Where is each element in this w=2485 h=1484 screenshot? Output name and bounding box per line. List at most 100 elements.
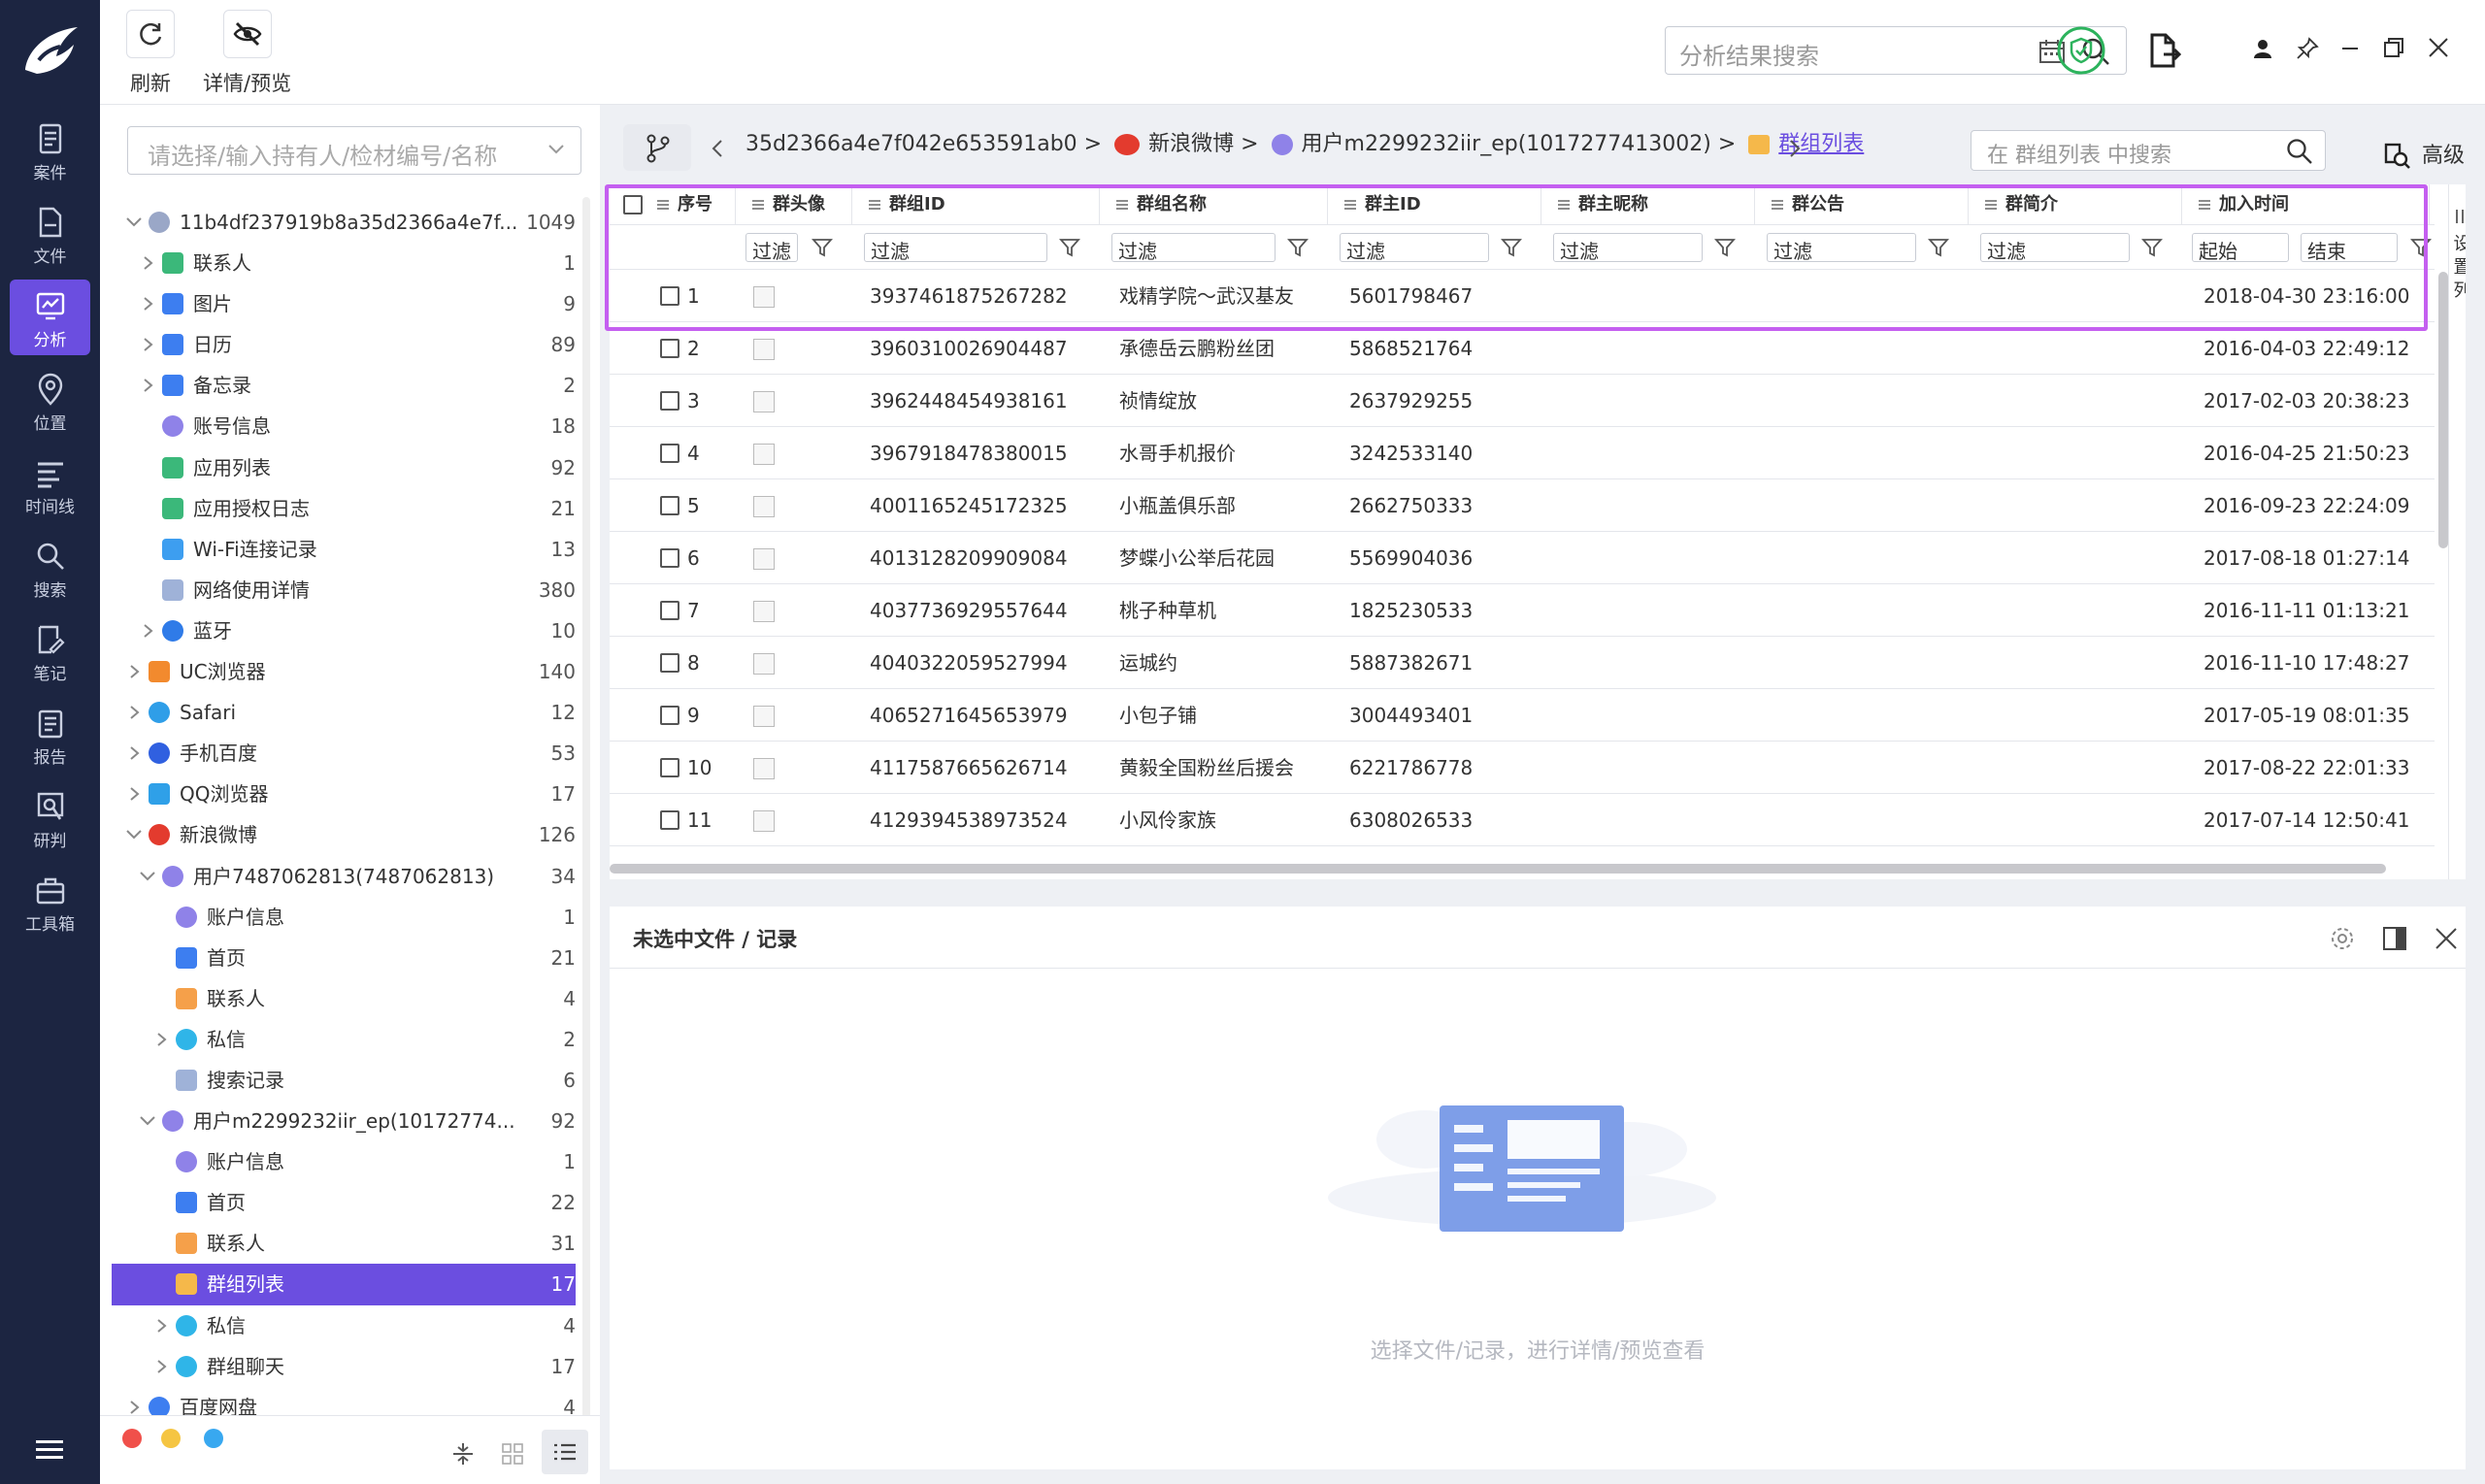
- filter-icon[interactable]: [2141, 237, 2163, 258]
- search-icon[interactable]: [2286, 138, 2313, 165]
- tree-node[interactable]: 群组聊天 17: [100, 1346, 576, 1387]
- tree-node[interactable]: Wi-Fi连接记录 13: [100, 529, 576, 570]
- nav-item-analysis[interactable]: 分析: [10, 280, 90, 355]
- chevron-right-icon[interactable]: [152, 1032, 170, 1047]
- branch-button[interactable]: [623, 124, 691, 171]
- shield-check-icon[interactable]: [2056, 25, 2106, 76]
- back-arrow-icon[interactable]: [711, 138, 724, 159]
- list-view-button[interactable]: [542, 1430, 588, 1474]
- tree-node[interactable]: 应用列表 92: [100, 447, 576, 488]
- tree-node[interactable]: 新浪微博 126: [100, 814, 576, 855]
- column-header-group-id[interactable]: 群组ID: [852, 184, 1100, 225]
- nav-item-file[interactable]: 文件: [10, 196, 90, 272]
- time-end-input[interactable]: 结束: [2301, 233, 2398, 263]
- nav-item-search[interactable]: 搜索: [10, 530, 90, 606]
- table-row[interactable]: 11 4129394538973524 小风伶家族 6308026533 2017-07…: [610, 794, 2435, 846]
- tree-node[interactable]: 私信 2: [100, 1019, 576, 1060]
- chevron-right-icon[interactable]: [125, 1400, 143, 1415]
- detail-preview-button[interactable]: 详情/预览: [203, 10, 291, 97]
- breadcrumb-item-user[interactable]: 用户m2299232iir_ep(1017277413002) >: [1302, 132, 1737, 156]
- filter-input-owner-nick[interactable]: 过滤: [1553, 233, 1703, 263]
- refresh-button[interactable]: 刷新: [126, 10, 175, 97]
- drag-handle-icon[interactable]: [2198, 199, 2211, 211]
- filter-input-avatar[interactable]: 过滤: [746, 233, 798, 263]
- drag-handle-icon[interactable]: [1343, 199, 1357, 211]
- column-header-group-name[interactable]: 群组名称: [1100, 184, 1328, 225]
- user-icon[interactable]: [2253, 39, 2272, 58]
- row-checkbox[interactable]: [660, 548, 679, 568]
- row-checkbox[interactable]: [660, 810, 679, 830]
- row-checkbox[interactable]: [660, 391, 679, 411]
- table-vertical-scrollbar[interactable]: [2438, 272, 2448, 548]
- tree-node[interactable]: 联系人 4: [100, 978, 576, 1019]
- grid-view-icon[interactable]: [502, 1443, 523, 1465]
- filter-input-notice[interactable]: 过滤: [1767, 233, 1916, 263]
- tree-node[interactable]: 群组列表 17: [112, 1264, 576, 1305]
- chevron-right-icon[interactable]: [125, 664, 143, 679]
- chevron-right-icon[interactable]: [139, 623, 156, 639]
- table-row[interactable]: 6 4013128209909084 梦蝶小公举后花园 5569904036 2017-…: [610, 532, 2435, 584]
- collapse-all-icon[interactable]: [451, 1441, 475, 1467]
- drag-handle-icon[interactable]: [1984, 199, 1998, 211]
- column-header-avatar[interactable]: 群头像: [736, 184, 852, 225]
- tree-node[interactable]: 账号信息 18: [100, 406, 576, 446]
- drag-handle-icon[interactable]: [1557, 199, 1571, 211]
- filter-icon[interactable]: [812, 237, 833, 258]
- forward-arrow-icon[interactable]: [1788, 138, 1802, 159]
- filter-input-group-id[interactable]: 过滤: [864, 233, 1047, 263]
- tree-node[interactable]: 备忘录 2: [100, 365, 576, 406]
- row-checkbox[interactable]: [660, 601, 679, 620]
- panel-layout-icon[interactable]: [2382, 926, 2407, 951]
- row-checkbox[interactable]: [660, 444, 679, 463]
- tree-scrollbar[interactable]: [582, 197, 590, 1484]
- nav-item-location[interactable]: 位置: [10, 363, 90, 439]
- row-checkbox[interactable]: [660, 653, 679, 673]
- chevron-right-icon[interactable]: [139, 378, 156, 393]
- filter-icon[interactable]: [2410, 237, 2432, 258]
- breadcrumb-item-device[interactable]: 35d2366a4e7f042e653591ab0 >: [746, 132, 1102, 156]
- tree-node[interactable]: UC浏览器 140: [100, 651, 576, 692]
- column-header-owner-id[interactable]: 群主ID: [1328, 184, 1541, 225]
- row-checkbox[interactable]: [660, 758, 679, 777]
- row-checkbox[interactable]: [660, 339, 679, 358]
- chevron-right-icon[interactable]: [152, 1318, 170, 1334]
- column-header-no[interactable]: 序号: [619, 184, 736, 225]
- chevron-right-icon[interactable]: [125, 705, 143, 720]
- tree-node[interactable]: 11b4df237919b8a35d2366a4e7f... 1049: [100, 202, 576, 243]
- tree-node[interactable]: 用户m2299232iir_ep(10172774... 92: [100, 1101, 576, 1141]
- filter-input-group-name[interactable]: 过滤: [1111, 233, 1276, 263]
- nav-item-case[interactable]: 案件: [10, 113, 90, 188]
- drag-handle-icon[interactable]: [751, 199, 765, 211]
- holder-select[interactable]: 请选择/输入持有人/检材编号/名称: [127, 126, 581, 175]
- table-row[interactable]: 5 4001165245172325 小瓶盖俱乐部 2662750333 2016-09…: [610, 479, 2435, 532]
- row-checkbox[interactable]: [660, 496, 679, 515]
- tree-node[interactable]: 图片 9: [100, 283, 576, 324]
- tree-node[interactable]: 私信 4: [100, 1305, 576, 1346]
- chevron-right-icon[interactable]: [139, 337, 156, 352]
- tree-node[interactable]: 应用授权日志 21: [100, 488, 576, 529]
- chevron-right-icon[interactable]: [125, 786, 143, 802]
- nav-item-toolbox[interactable]: 工具箱: [10, 864, 90, 940]
- tree-node[interactable]: 联系人 31: [100, 1223, 576, 1264]
- table-row[interactable]: 4 3967918478380015 水哥手机报价 3242533140 2016-04…: [610, 427, 2435, 479]
- drag-handle-icon[interactable]: [1771, 199, 1784, 211]
- menu-icon[interactable]: [32, 1436, 67, 1464]
- chevron-down-icon[interactable]: [125, 214, 143, 230]
- tree-node[interactable]: 网络使用详情 380: [100, 570, 576, 610]
- drag-handle-icon[interactable]: [656, 199, 670, 211]
- table-search-input[interactable]: 在 群组列表 中搜索: [1971, 130, 2326, 171]
- tree-node[interactable]: 账户信息 1: [100, 1141, 576, 1182]
- filter-icon[interactable]: [1287, 237, 1309, 258]
- table-horizontal-scrollbar[interactable]: [610, 864, 2386, 874]
- tree-node[interactable]: 首页 22: [100, 1182, 576, 1223]
- table-row[interactable]: 3 3962448454938161 祯情绽放 2637929255 2017-02-0…: [610, 375, 2435, 427]
- table-row[interactable]: 9 4065271645653979 小包子铺 3004493401 2017-05-1…: [610, 689, 2435, 742]
- tree-node[interactable]: 搜索记录 6: [100, 1060, 576, 1101]
- column-header-owner-nick[interactable]: 群主昵称: [1541, 184, 1755, 225]
- row-checkbox[interactable]: [660, 286, 679, 306]
- tree-node[interactable]: 账户信息 1: [100, 897, 576, 938]
- tree-node[interactable]: 联系人 1: [100, 243, 576, 283]
- filter-icon[interactable]: [1714, 237, 1736, 258]
- nav-item-note[interactable]: 笔记: [10, 613, 90, 689]
- table-row[interactable]: 10 4117587665626714 黄毅全国粉丝后援会 6221786778 201…: [610, 742, 2435, 794]
